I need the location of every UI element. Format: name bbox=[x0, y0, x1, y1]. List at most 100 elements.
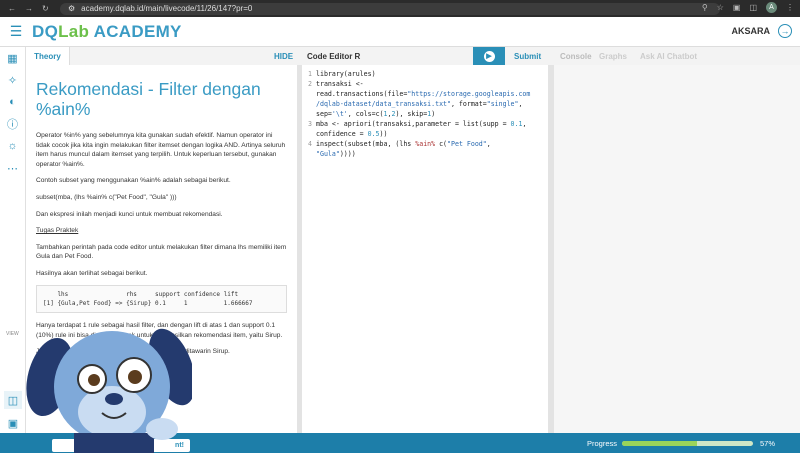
tab-ai-chatbot[interactable]: Ask AI Chatbot bbox=[640, 52, 697, 61]
logo-dq: DQ bbox=[32, 21, 59, 41]
code-line[interactable]: "Gula")))) bbox=[302, 149, 548, 159]
line-number: 4 bbox=[308, 140, 312, 148]
browser-menu-icon[interactable]: ⋮ bbox=[786, 3, 794, 12]
extensions-icon[interactable]: ▣ bbox=[733, 3, 741, 12]
string-token: "single" bbox=[486, 100, 519, 108]
workspace-toolbar: Theory HIDE Code Editor R ▶ Submit Conso… bbox=[26, 47, 800, 65]
logo-lab: Lab bbox=[58, 21, 90, 41]
theory-paragraph: Dan ekspresi inilah menjadi kunci untuk … bbox=[36, 210, 223, 218]
string-token: '\t' bbox=[331, 110, 348, 118]
code-token: , format= bbox=[450, 100, 487, 108]
expected-output: lhs rhs support confidence lift [1] {Gula… bbox=[36, 285, 287, 314]
modules-icon[interactable]: ✧ bbox=[0, 69, 25, 91]
bookmark-star-icon[interactable]: ☆ bbox=[717, 3, 724, 12]
code-text: library(arules) bbox=[316, 70, 376, 78]
code-token: ), skip= bbox=[395, 110, 428, 118]
dqlab-logo[interactable]: DQLab ACADEMY bbox=[32, 22, 182, 42]
task-heading: Tugas Praktek bbox=[36, 227, 79, 235]
run-icon: ▶ bbox=[483, 50, 495, 62]
zoom-icon[interactable]: ⚲ bbox=[702, 3, 708, 12]
line-number-blank bbox=[302, 99, 316, 109]
code-text: confidence = 0.5)) bbox=[316, 129, 387, 139]
code-token: inspect(subset(mba, (lhs bbox=[316, 140, 416, 148]
code-line[interactable]: /dqlab-dataset/data_transaksi.txt", form… bbox=[302, 99, 548, 109]
username[interactable]: AKSARA bbox=[731, 26, 770, 36]
code-token: sep= bbox=[316, 110, 332, 118]
code-token: confidence = bbox=[316, 130, 368, 138]
code-token: mba <- apriori(transaksi,parameter = lis… bbox=[316, 120, 511, 128]
book-icon[interactable]: ▦ bbox=[0, 47, 25, 69]
output-row: [1] {Gula,Pet Food} => {Sirup} 0.1 1 1.6… bbox=[43, 300, 253, 308]
string-token: /dqlab-dataset/data_transaksi.txt" bbox=[316, 100, 451, 108]
mascot-illustration bbox=[26, 328, 192, 453]
code-text: sep='\t', cols=c(1,2), skip=1) bbox=[316, 109, 435, 119]
progress-fill bbox=[622, 441, 697, 446]
more-icon[interactable]: ⋯ bbox=[0, 157, 25, 179]
reload-icon[interactable]: ↻ bbox=[42, 4, 49, 13]
view-label: VIEW bbox=[6, 331, 19, 337]
theme-icon[interactable]: ◐ bbox=[0, 91, 25, 113]
progress-bar bbox=[622, 441, 753, 446]
code-text: /dqlab-dataset/data_transaksi.txt", form… bbox=[316, 99, 522, 109]
line-number-blank bbox=[302, 129, 316, 139]
code-line[interactable]: 4 inspect(subset(mba, (lhs %ain% c("Pet F… bbox=[302, 139, 548, 149]
split-view-icon[interactable]: ◫ bbox=[4, 391, 22, 409]
code-example: subset(mba, (lhs %ain% c("Pet Food", "Gu… bbox=[36, 193, 177, 201]
code-token: )) bbox=[379, 130, 388, 138]
code-line[interactable]: 3 mba <- apriori(transaksi,parameter = li… bbox=[302, 119, 548, 129]
line-number-blank bbox=[302, 109, 316, 119]
code-token: read.transactions(file= bbox=[316, 90, 408, 98]
code-token: , bbox=[486, 140, 491, 148]
code-token: ) bbox=[431, 110, 436, 118]
line-number-blank bbox=[302, 89, 316, 99]
browser-actions: ⚲ ☆ ▣ ◫ A ⋮ bbox=[702, 2, 794, 13]
code-text: read.transactions(file="https://storage.… bbox=[316, 89, 530, 99]
info-icon[interactable]: ⓘ bbox=[0, 113, 25, 135]
progress-label: Progress bbox=[587, 439, 618, 448]
number-token: 0.1 bbox=[510, 120, 523, 128]
code-token: , cols=c( bbox=[347, 110, 384, 118]
code-text: transaksi <- bbox=[316, 80, 364, 88]
code-token: , bbox=[518, 100, 523, 108]
code-text: "Gula")))) bbox=[316, 149, 356, 159]
app-header: ☰ DQLab ACADEMY AKSARA → bbox=[0, 17, 800, 47]
url-text: academy.dqlab.id/main/livecode/11/26/147… bbox=[81, 4, 253, 13]
tab-graphs[interactable]: Graphs bbox=[599, 52, 627, 61]
code-line[interactable]: confidence = 0.5)) bbox=[302, 129, 548, 139]
hamburger-menu-icon[interactable]: ☰ bbox=[0, 23, 32, 40]
single-view-icon[interactable]: ▣ bbox=[4, 414, 22, 432]
theory-paragraph: Operator %in% yang sebelumnya kita gunak… bbox=[36, 132, 286, 168]
code-token: c( bbox=[435, 140, 448, 148]
code-line[interactable]: sep='\t', cols=c(1,2), skip=1) bbox=[302, 109, 548, 119]
hint-icon[interactable]: ☼ bbox=[0, 135, 25, 157]
code-line[interactable]: 2 transaksi <- bbox=[302, 79, 548, 89]
profile-avatar[interactable]: A bbox=[766, 2, 777, 13]
tab-console[interactable]: Console bbox=[560, 52, 592, 61]
site-info-icon[interactable]: ⚙ bbox=[68, 4, 75, 13]
code-editor-title: Code Editor R bbox=[307, 52, 361, 61]
code-editor[interactable]: 1 library(arules) 2 transaksi <- read.tran… bbox=[302, 65, 548, 433]
string-token: "Pet Food" bbox=[447, 140, 487, 148]
hide-button[interactable]: HIDE bbox=[274, 52, 293, 61]
user-area: AKSARA → bbox=[731, 24, 792, 38]
code-token: , bbox=[522, 120, 527, 128]
console-panel[interactable] bbox=[554, 65, 800, 433]
address-bar[interactable]: ⚙ academy.dqlab.id/main/livecode/11/26/1… bbox=[60, 2, 720, 15]
code-line[interactable]: 1 library(arules) bbox=[302, 69, 548, 79]
submit-button[interactable]: Submit bbox=[514, 52, 541, 61]
line-number: 2 bbox=[308, 80, 312, 88]
logout-icon[interactable]: → bbox=[778, 24, 792, 38]
theory-paragraph: Tambahkan perintah pada code editor untu… bbox=[36, 243, 287, 261]
sidebar-icon[interactable]: ◫ bbox=[749, 3, 757, 12]
theory-paragraph: Hasilnya akan terlihat sebagai berikut. bbox=[36, 269, 148, 277]
code-line[interactable]: read.transactions(file="https://storage.… bbox=[302, 89, 548, 99]
logo-academy: ACADEMY bbox=[93, 21, 182, 41]
code-text: inspect(subset(mba, (lhs %ain% c("Pet Fo… bbox=[316, 139, 491, 149]
run-button[interactable]: ▶ bbox=[473, 47, 505, 65]
theory-paragraph: Contoh subset yang menggunakan %ain% ada… bbox=[36, 177, 231, 185]
back-icon[interactable]: ← bbox=[8, 4, 16, 13]
lesson-title: Rekomendasi - Filter dengan %ain% bbox=[36, 79, 261, 120]
progress-percent: 57% bbox=[760, 439, 776, 448]
forward-icon[interactable]: → bbox=[25, 4, 33, 13]
tab-theory[interactable]: Theory bbox=[26, 47, 70, 65]
